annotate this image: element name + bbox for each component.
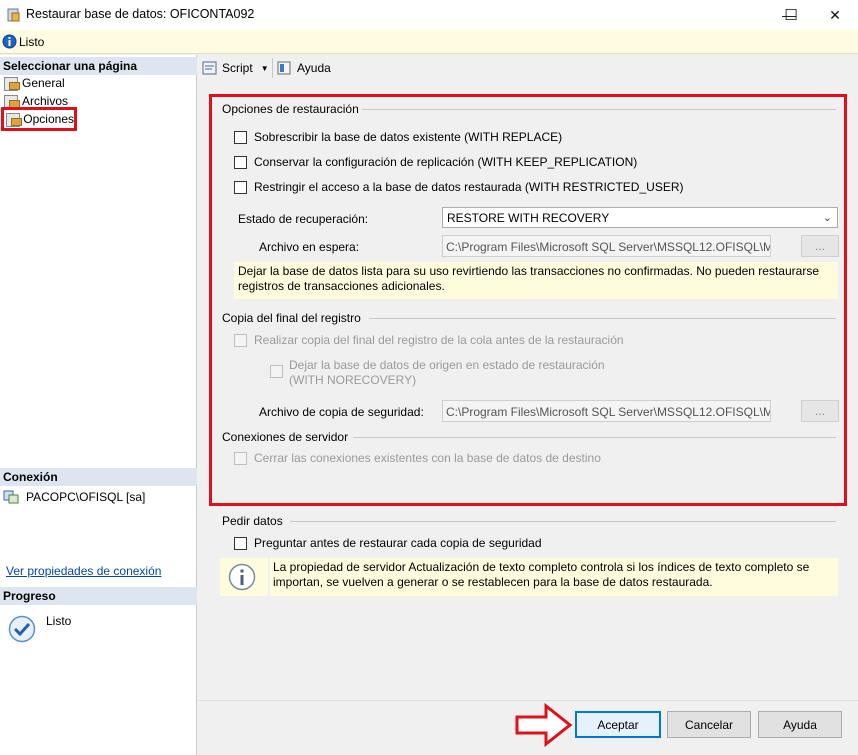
- standby-file-label: Archivo en espera:: [259, 240, 360, 254]
- page-icon: [3, 76, 20, 91]
- checkbox-box[interactable]: [234, 130, 247, 144]
- checkmark-icon: [8, 615, 36, 643]
- checkbox-label: Conservar la configuración de replicació…: [254, 155, 638, 169]
- info-icon: [2, 34, 17, 49]
- toolbar-separator: [272, 58, 273, 78]
- recovery-state-select[interactable]: RESTORE WITH RECOVERY ⌄: [442, 207, 838, 228]
- ask-before-restore-checkbox[interactable]: Preguntar antes de restaurar cada copia …: [234, 536, 542, 550]
- connection-header: Conexión: [0, 468, 197, 486]
- arrow-right-icon: [515, 702, 573, 748]
- cancel-button[interactable]: Cancelar: [667, 711, 751, 738]
- help-icon: [277, 61, 291, 75]
- checkbox-box[interactable]: [234, 536, 247, 550]
- recovery-state-label: Estado de recuperación:: [238, 212, 369, 226]
- chevron-down-icon: ⌄: [822, 212, 832, 224]
- info-divider: [268, 558, 270, 596]
- status-text: Listo: [19, 35, 45, 49]
- help-toolbar-label: Ayuda: [297, 61, 331, 75]
- checkbox-label-line1: Dejar la base de datos de origen en esta…: [289, 358, 605, 372]
- help-button[interactable]: Ayuda: [758, 711, 842, 738]
- ok-button[interactable]: Aceptar: [575, 711, 661, 738]
- progress-header: Progreso: [0, 587, 197, 605]
- fulltext-info-text: La propiedad de servidor Actualización d…: [273, 560, 810, 589]
- restricted-user-checkbox[interactable]: Restringir el acceso a la base de datos …: [234, 180, 684, 194]
- standby-browse-button[interactable]: ...: [801, 235, 839, 257]
- checkbox-label: Sobrescribir la base de datos existente …: [254, 130, 563, 144]
- connection-properties-link[interactable]: Ver propiedades de conexión: [6, 564, 161, 578]
- checkbox-box[interactable]: [234, 451, 247, 465]
- server-connections-label: Conexiones de servidor: [222, 430, 349, 444]
- database-restore-icon: [7, 8, 20, 22]
- checkbox-box[interactable]: [234, 155, 247, 169]
- page-item-general[interactable]: General: [3, 75, 65, 91]
- page-icon: [5, 112, 23, 127]
- checkbox-label: Preguntar antes de restaurar cada copia …: [254, 536, 542, 550]
- checkbox-box[interactable]: [234, 180, 247, 194]
- connection-value: PACOPC\OFISQL [sa]: [26, 490, 146, 504]
- backup-browse-button[interactable]: ...: [801, 400, 839, 422]
- script-button[interactable]: Script ▼: [202, 61, 269, 75]
- prompt-label: Pedir datos: [222, 514, 283, 528]
- script-icon: [202, 61, 217, 75]
- backup-file-input[interactable]: C:\Program Files\Microsoft SQL Server\MS…: [442, 400, 771, 422]
- group-divider: [362, 109, 836, 110]
- restore-options-label: Opciones de restauración: [222, 102, 359, 116]
- backup-file-label: Archivo de copia de seguridad:: [259, 405, 424, 419]
- chevron-down-icon[interactable]: ▼: [261, 64, 269, 73]
- checkbox-label: Restringir el acceso a la base de datos …: [254, 180, 684, 194]
- select-page-header: Seleccionar una página: [0, 57, 197, 75]
- checkbox-label-line2: (WITH NORECOVERY): [289, 373, 417, 387]
- button-bar-divider: [198, 700, 858, 701]
- server-connection-icon: [3, 490, 19, 504]
- keep-replication-checkbox[interactable]: Conservar la configuración de replicació…: [234, 155, 637, 169]
- script-label: Script: [222, 61, 253, 75]
- checkbox-box[interactable]: [234, 333, 247, 347]
- close-button[interactable]: ✕: [812, 0, 858, 30]
- checkbox-label: Realizar copia del final del registro de…: [254, 333, 624, 347]
- title-bar: Restaurar base de datos: OFICONTA092 — ☐…: [0, 0, 858, 30]
- recovery-description: Dejar la base de datos lista para su uso…: [234, 262, 838, 299]
- window-title: Restaurar base de datos: OFICONTA092: [26, 7, 255, 21]
- with-replace-checkbox[interactable]: Sobrescribir la base de datos existente …: [234, 130, 562, 144]
- close-connections-checkbox[interactable]: Cerrar las conexiones existentes con la …: [234, 451, 601, 465]
- tail-log-label: Copia del final del registro: [222, 311, 361, 325]
- tail-log-backup-checkbox[interactable]: Realizar copia del final del registro de…: [234, 333, 624, 347]
- group-divider: [290, 521, 836, 522]
- page-icon: [3, 94, 20, 109]
- page-item-label: Opciones: [23, 112, 74, 126]
- recovery-state-value: RESTORE WITH RECOVERY: [447, 211, 610, 225]
- status-bar: Listo: [0, 30, 858, 54]
- checkbox-box[interactable]: [270, 365, 283, 378]
- group-divider: [369, 318, 836, 319]
- left-panel: Seleccionar una página General Archivos …: [0, 55, 197, 755]
- checkbox-label: Cerrar las conexiones existentes con la …: [254, 451, 601, 465]
- standby-file-input[interactable]: C:\Program Files\Microsoft SQL Server\MS…: [442, 235, 771, 257]
- maximize-button[interactable]: ☐: [768, 0, 814, 30]
- page-item-opciones[interactable]: Opciones: [1, 107, 77, 131]
- help-toolbar-button[interactable]: Ayuda: [277, 61, 331, 75]
- info-icon: [228, 563, 256, 591]
- progress-value: Listo: [46, 614, 72, 628]
- group-divider: [353, 437, 836, 438]
- fulltext-info-panel: La propiedad de servidor Actualización d…: [220, 558, 838, 596]
- page-item-label: General: [22, 76, 65, 90]
- page-item-label: Archivos: [22, 94, 69, 108]
